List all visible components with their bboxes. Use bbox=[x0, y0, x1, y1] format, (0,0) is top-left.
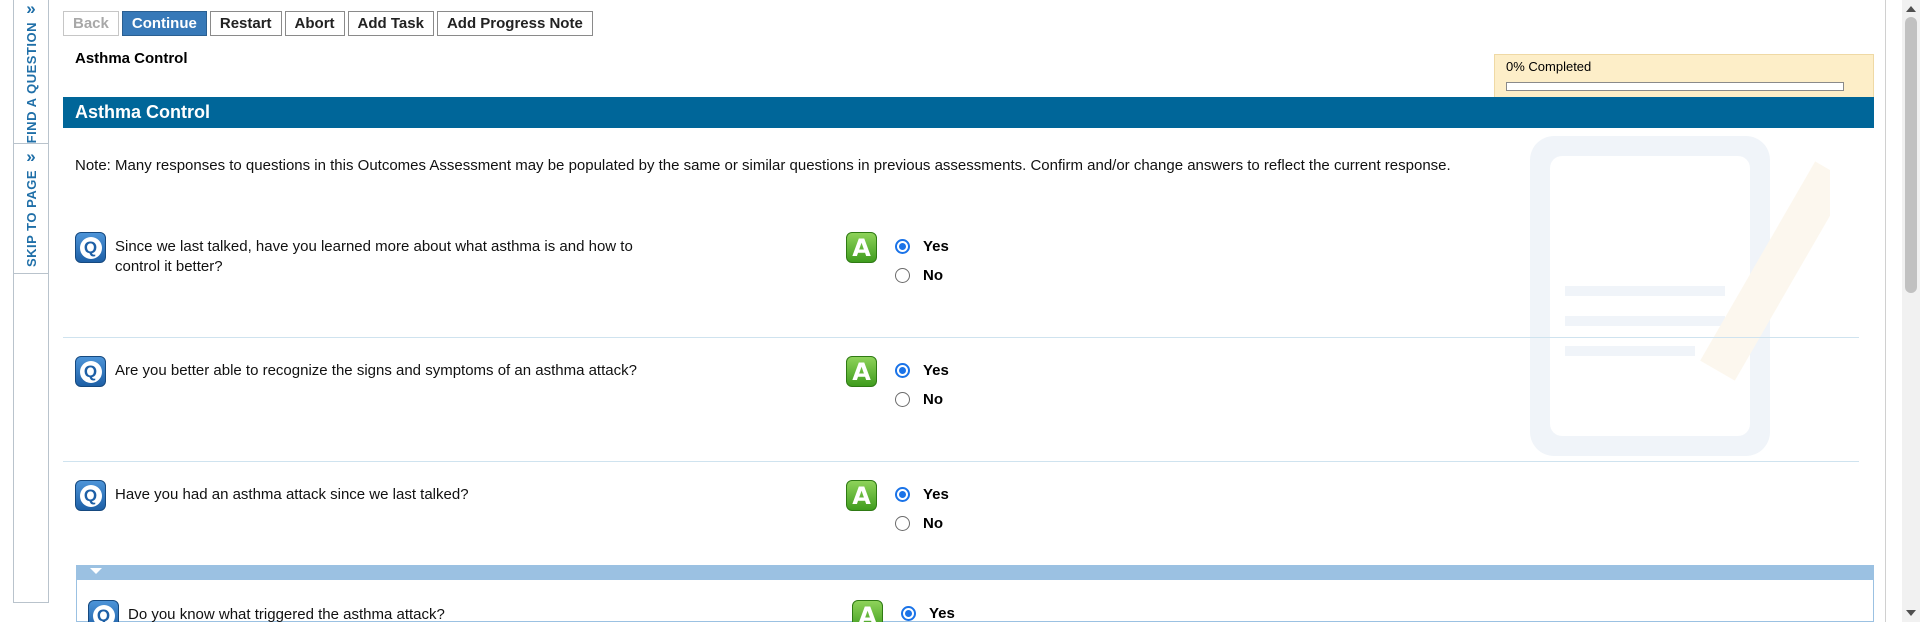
find-a-question-label: FIND A QUESTION bbox=[23, 22, 39, 144]
scroll-up-arrow-icon[interactable] bbox=[1906, 6, 1916, 12]
scroll-down-arrow-icon[interactable] bbox=[1906, 610, 1916, 616]
answer-option-no[interactable]: No bbox=[895, 267, 943, 284]
answer-option-no[interactable]: No bbox=[895, 515, 943, 532]
section-header: Asthma Control bbox=[63, 97, 1874, 128]
continue-button[interactable]: Continue bbox=[121, 11, 207, 36]
restart-button[interactable]: Restart bbox=[209, 11, 282, 36]
question-text: Do you know what triggered the asthma at… bbox=[128, 606, 445, 622]
answer-icon: A bbox=[846, 480, 877, 511]
radio-button[interactable] bbox=[895, 392, 910, 407]
add-progress-note-button[interactable]: Add Progress Note bbox=[436, 11, 593, 36]
answer-option-yes[interactable]: Yes bbox=[901, 605, 955, 622]
answer-option-label: Yes bbox=[923, 362, 949, 379]
question-icon: Q bbox=[75, 480, 106, 511]
question-text: Since we last talked, have you learned m… bbox=[115, 238, 633, 275]
find-a-question-tab[interactable]: » FIND A QUESTION bbox=[14, 0, 48, 144]
assessment-note: Note: Many responses to questions in thi… bbox=[75, 157, 1451, 174]
toolbar: Back Continue Restart Abort Add Task Add… bbox=[63, 11, 593, 36]
double-chevron-right-icon: » bbox=[26, 147, 36, 166]
skip-to-page-label: SKIP TO PAGE bbox=[23, 170, 39, 268]
question-block: Q Are you better able to recognize the s… bbox=[63, 339, 1859, 462]
question-block: Q Have you had an asthma attack since we… bbox=[63, 463, 1859, 563]
radio-button[interactable] bbox=[895, 516, 910, 531]
answer-option-label: Yes bbox=[923, 238, 949, 255]
answer-icon: A bbox=[846, 356, 877, 387]
answer-option-no[interactable]: No bbox=[895, 391, 943, 408]
question-icon: Q bbox=[88, 600, 119, 622]
back-button[interactable]: Back bbox=[63, 11, 119, 36]
sub-question-block: Q Do you know what triggered the asthma … bbox=[76, 580, 1874, 622]
answer-option-label: Yes bbox=[929, 605, 955, 622]
progress-label: 0% Completed bbox=[1506, 59, 1592, 74]
question-icon: Q bbox=[75, 356, 106, 387]
scrollbar-thumb[interactable] bbox=[1905, 17, 1917, 293]
page-subtitle: Asthma Control bbox=[75, 50, 188, 67]
section-title: Asthma Control bbox=[75, 102, 210, 122]
radio-button[interactable] bbox=[895, 239, 910, 254]
double-chevron-right-icon: » bbox=[26, 0, 36, 18]
answer-option-label: No bbox=[923, 515, 943, 532]
answer-option-yes[interactable]: Yes bbox=[895, 238, 949, 255]
abort-button[interactable]: Abort bbox=[284, 11, 345, 36]
answer-icon: A bbox=[846, 232, 877, 263]
answer-option-yes[interactable]: Yes bbox=[895, 362, 949, 379]
radio-button[interactable] bbox=[895, 487, 910, 502]
question-text: Are you better able to recognize the sig… bbox=[115, 362, 637, 379]
collapse-triangle-icon[interactable] bbox=[90, 568, 102, 574]
radio-button[interactable] bbox=[901, 606, 916, 621]
content-frame-border bbox=[1885, 0, 1886, 622]
answer-option-label: No bbox=[923, 267, 943, 284]
answer-option-label: No bbox=[923, 391, 943, 408]
sub-question-collapse-bar[interactable] bbox=[76, 565, 1874, 580]
progress-panel: 0% Completed bbox=[1494, 54, 1874, 98]
progress-bar bbox=[1506, 82, 1844, 91]
answer-icon: A bbox=[852, 600, 883, 622]
add-task-button[interactable]: Add Task bbox=[347, 11, 434, 36]
question-icon: Q bbox=[75, 232, 106, 263]
side-tab-panel: » FIND A QUESTION » SKIP TO PAGE bbox=[13, 0, 49, 603]
question-text: Have you had an asthma attack since we l… bbox=[115, 486, 469, 503]
radio-button[interactable] bbox=[895, 363, 910, 378]
question-block: Q Since we last talked, have you learned… bbox=[63, 215, 1859, 338]
answer-option-yes[interactable]: Yes bbox=[895, 486, 949, 503]
skip-to-page-tab[interactable]: » SKIP TO PAGE bbox=[14, 147, 48, 274]
vertical-scrollbar[interactable] bbox=[1902, 0, 1920, 622]
radio-button[interactable] bbox=[895, 268, 910, 283]
answer-option-label: Yes bbox=[923, 486, 949, 503]
